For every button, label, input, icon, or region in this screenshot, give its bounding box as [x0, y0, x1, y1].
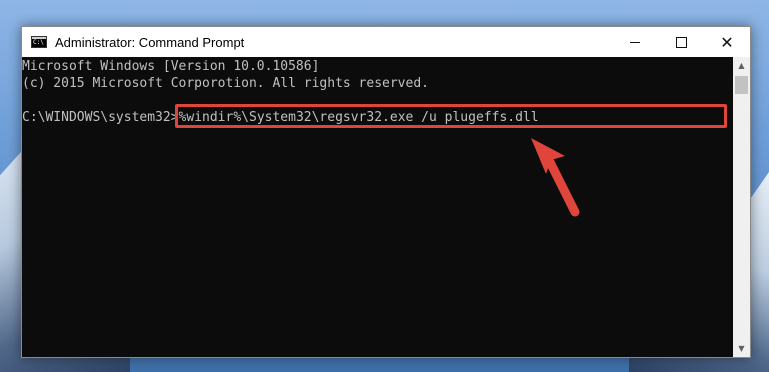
window-title: Administrator: Command Prompt [55, 34, 245, 50]
command-prompt-window[interactable]: Administrator: Command Prompt ✕ Microsof… [21, 26, 751, 358]
window-controls: ✕ [612, 27, 750, 57]
maximize-icon [675, 36, 687, 48]
vertical-scrollbar[interactable]: ▲ ▼ [733, 57, 750, 357]
scroll-up-button[interactable]: ▲ [733, 57, 750, 74]
console-output[interactable]: Microsoft Windows [Version 10.0.10586] (… [22, 57, 733, 357]
console-line: (c) 2015 Microsoft Corporotion. All righ… [22, 76, 429, 91]
close-icon: ✕ [720, 32, 734, 52]
command-highlight-box [175, 104, 727, 128]
arrow-head [531, 138, 565, 174]
cmd-app-icon [31, 36, 47, 48]
prompt-text: C:\WINDOWS\system32> [22, 110, 179, 125]
maximize-button[interactable] [658, 27, 704, 57]
minimize-button[interactable] [612, 27, 658, 57]
title-bar[interactable]: Administrator: Command Prompt ✕ [22, 27, 750, 57]
chevron-up-icon: ▲ [738, 61, 745, 70]
scroll-thumb[interactable] [735, 76, 748, 94]
chevron-down-icon: ▼ [738, 344, 745, 353]
close-button[interactable]: ✕ [704, 27, 750, 57]
scroll-down-button[interactable]: ▼ [733, 340, 750, 357]
pointer-arrow-icon [531, 138, 580, 217]
console-line: Microsoft Windows [Version 10.0.10586] [22, 59, 320, 74]
minimize-icon [630, 41, 640, 43]
arrow-shaft [545, 157, 580, 217]
